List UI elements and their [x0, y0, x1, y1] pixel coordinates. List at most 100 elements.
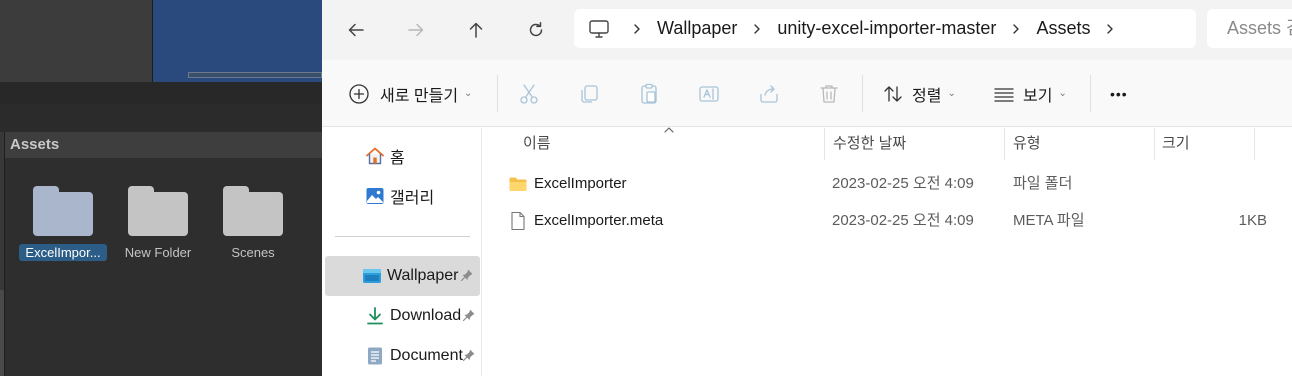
unity-separator — [0, 82, 322, 104]
this-pc-crumb[interactable] — [574, 9, 624, 48]
unity-tabbar — [0, 104, 322, 132]
sort-button[interactable]: 정렬 ⌄ — [882, 60, 956, 127]
breadcrumb-wallpaper[interactable]: Wallpaper — [650, 18, 744, 39]
unity-editor: Assets ExcelImpor... New Folder Scenes — [0, 0, 323, 376]
nav-gallery-label: 갤러리 — [390, 190, 435, 207]
breadcrumb-assets[interactable]: Assets — [1029, 18, 1097, 39]
toolbar-divider — [862, 75, 863, 112]
column-divider[interactable] — [824, 128, 825, 160]
arrow-left-icon — [348, 23, 364, 37]
file-list-view: 이름 수정한 날짜 유형 크기 ExcelImporter 2023-02-25… — [483, 127, 1292, 376]
asset-folder-new-folder[interactable]: New Folder — [108, 172, 208, 261]
breadcrumb-unity-excel-importer-master[interactable]: unity-excel-importer-master — [770, 18, 1003, 39]
refresh-icon — [529, 22, 543, 37]
sort-button-label: 정렬 — [912, 87, 942, 105]
document-icon — [368, 347, 382, 365]
unity-hierarchy-area — [0, 0, 152, 82]
refresh-button[interactable] — [518, 12, 554, 48]
file-size: 1KB — [1238, 212, 1267, 229]
unity-project-panel: Assets ExcelImpor... New Folder Scenes — [4, 132, 323, 376]
folder-icon — [33, 186, 93, 238]
file-name: ExcelImporter.meta — [534, 212, 664, 229]
pin-icon[interactable] — [460, 268, 474, 282]
new-button-label: 새로 만들기 — [380, 87, 459, 105]
back-button[interactable] — [338, 12, 374, 48]
column-divider[interactable] — [1004, 128, 1005, 160]
trash-icon[interactable] — [817, 82, 841, 106]
nav-home-label: 홈 — [390, 150, 405, 167]
arrow-up-icon — [469, 22, 483, 38]
assets-panel-title: Assets — [5, 132, 323, 158]
file-date: 2023-02-25 오전 4:09 — [832, 212, 974, 229]
command-bar: 새로 만들기 ⌄ 정렬 ⌄ 보기 ⌄ ••• — [322, 60, 1292, 127]
up-button[interactable] — [458, 12, 494, 48]
nav-document-label: Document — [390, 347, 463, 364]
nav-gallery[interactable]: 갤러리 — [322, 176, 480, 216]
address-row: Wallpaper unity-excel-importer-master As… — [322, 0, 1292, 60]
monitor-icon — [589, 19, 609, 38]
share-icon[interactable] — [757, 82, 781, 106]
asset-label: Scenes — [231, 245, 275, 260]
file-name: ExcelImporter — [534, 175, 627, 192]
address-bar[interactable]: Wallpaper unity-excel-importer-master As… — [574, 9, 1196, 48]
file-type: META 파일 — [1013, 212, 1085, 229]
folder-icon — [223, 186, 283, 238]
nav-wallpaper[interactable]: Wallpaper — [325, 256, 480, 296]
nav-document[interactable]: Document — [322, 336, 480, 376]
chevron-right-icon[interactable] — [1003, 9, 1029, 48]
nav-home[interactable]: 홈 — [322, 136, 480, 176]
more-options-button[interactable]: ••• — [1110, 60, 1128, 127]
toolbar-divider — [497, 75, 498, 112]
asset-folder-scenes[interactable]: Scenes — [203, 172, 303, 261]
chevron-down-icon: ⌄ — [464, 88, 473, 99]
column-header-type[interactable]: 유형 — [1013, 128, 1041, 160]
unity-scrollbar[interactable] — [188, 72, 322, 78]
forward-button[interactable] — [398, 12, 434, 48]
asset-label: New Folder — [124, 245, 192, 260]
arrow-right-icon — [408, 23, 424, 37]
chevron-right-icon[interactable] — [1097, 9, 1123, 48]
paste-icon[interactable] — [637, 82, 661, 106]
pin-icon[interactable] — [462, 308, 476, 322]
file-date: 2023-02-25 오전 4:09 — [832, 175, 974, 192]
home-icon — [366, 147, 384, 165]
chevron-down-icon: ⌄ — [947, 88, 956, 99]
nav-wallpaper-label: Wallpaper — [387, 267, 459, 284]
chevron-down-icon: ⌄ — [1058, 88, 1067, 99]
chevron-right-icon[interactable] — [744, 9, 770, 48]
new-button[interactable]: 새로 만들기 ⌄ — [348, 60, 472, 127]
copy-icon[interactable] — [577, 82, 601, 106]
column-header-date[interactable]: 수정한 날짜 — [833, 128, 906, 160]
navigation-pane: 홈 갤러리 Wallpaper Download Document — [322, 128, 482, 376]
file-explorer-window: Wallpaper unity-excel-importer-master As… — [322, 0, 1292, 376]
toolbar-divider — [1090, 75, 1091, 112]
unity-scene-view[interactable] — [152, 0, 322, 82]
rename-icon[interactable] — [697, 82, 721, 106]
column-divider[interactable] — [1154, 128, 1155, 160]
asset-folder-excelimporter[interactable]: ExcelImpor... — [13, 172, 113, 261]
pin-icon[interactable] — [462, 348, 476, 362]
view-list-icon — [994, 87, 1014, 102]
asset-label: ExcelImpor... — [19, 244, 107, 261]
column-header-name[interactable]: 이름 — [523, 128, 551, 160]
sort-icon — [884, 85, 902, 102]
column-header-size[interactable]: 크기 — [1162, 128, 1190, 160]
file-size — [1183, 166, 1267, 202]
nav-download-label: Download — [390, 307, 462, 324]
file-type: 파일 폴더 — [1013, 175, 1073, 192]
view-button[interactable]: 보기 ⌄ — [993, 60, 1067, 127]
file-icon — [511, 211, 525, 231]
plus-circle-icon — [349, 83, 369, 104]
assets-grid: ExcelImpor... New Folder Scenes — [5, 172, 323, 292]
nav-download[interactable]: Download — [322, 296, 480, 336]
download-icon — [367, 307, 383, 325]
file-row[interactable]: ExcelImporter 2023-02-25 오전 4:09 파일 폴더 — [483, 166, 1292, 202]
sort-ascending-icon — [664, 127, 674, 133]
cut-icon[interactable] — [517, 82, 541, 106]
file-row[interactable]: ExcelImporter.meta 2023-02-25 오전 4:09 ME… — [483, 203, 1292, 239]
view-button-label: 보기 — [1023, 87, 1053, 105]
folder-icon — [509, 177, 527, 191]
search-input[interactable]: Assets 검 — [1207, 9, 1292, 48]
chevron-right-icon[interactable] — [624, 9, 650, 48]
column-divider[interactable] — [1254, 128, 1255, 160]
